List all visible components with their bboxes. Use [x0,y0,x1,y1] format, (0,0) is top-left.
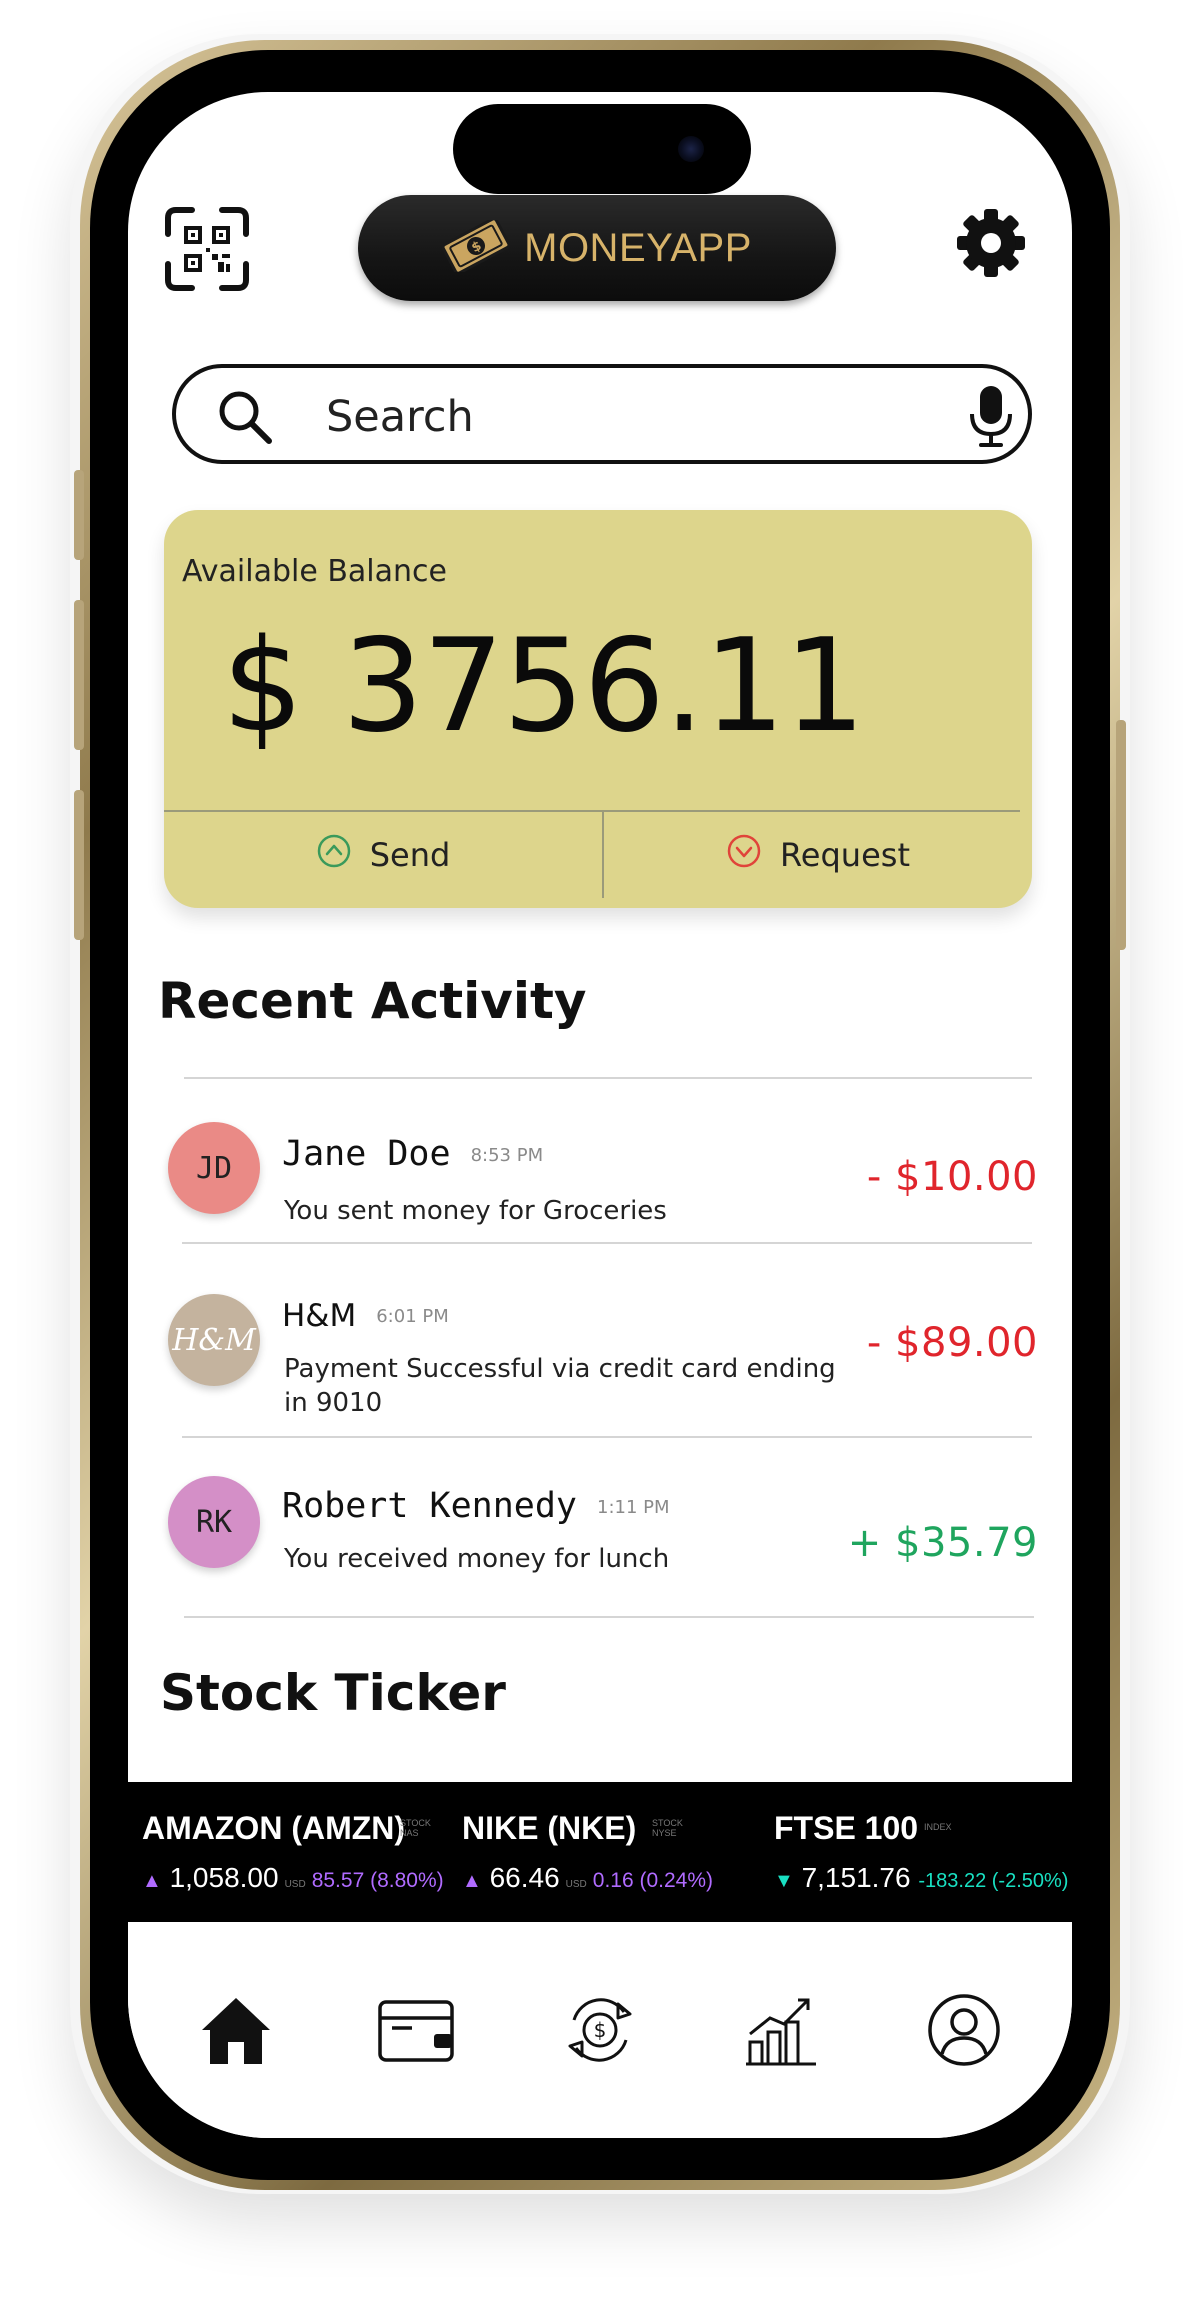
profile-icon[interactable] [924,1990,1004,2070]
avatar: H&M [168,1294,260,1386]
stock-ticker[interactable]: AMAZON (AMZN) STOCK NAS ▲ 1,058.00 USD 85.5… [128,1782,1072,1922]
app-name: MONEYAPP [524,225,752,270]
ticker-item-amazon[interactable]: AMAZON (AMZN) STOCK NAS ▲ 1,058.00 USD 85.5… [142,1782,444,1922]
activity-row-hm[interactable]: H&M H&M 6:01 PM Payment Successful via cr… [158,1276,1038,1426]
ticker-tag: STOCK NAS [400,1818,431,1838]
activity-description: You received money for lunch [284,1544,670,1574]
app-screen: $ MONEYAPP Search Available Balance $ 37… [128,92,1072,2138]
arrow-up-icon: ▲ [462,1870,482,1892]
ticker-name: NIKE (NKE) [462,1810,637,1846]
divider [184,1077,1032,1079]
volume-up-button [74,600,84,750]
stock-ticker-title: Stock Ticker [160,1664,506,1722]
chart-icon[interactable] [742,1990,822,2070]
power-button [1116,720,1126,950]
money-logo-icon: $ [441,216,511,277]
avatar: RK [168,1476,260,1568]
activity-row-jane-doe[interactable]: JD Jane Doe 8:53 PM You sent money for Gr… [158,1116,1038,1236]
ticker-item-nike[interactable]: NIKE (NKE) STOCK NYSE ▲ 66.46 USD 0.16 (0.2… [462,1782,762,1922]
activity-name: Robert Kennedy 1:11 PM [282,1486,670,1526]
divider [182,1436,1032,1438]
activity-time: 1:11 PM [597,1497,670,1518]
action-button [74,470,84,560]
camera-icon [678,136,704,162]
request-button[interactable]: Request [604,812,1032,898]
ticker-tag: STOCK NYSE [652,1818,683,1838]
ticker-item-ftse[interactable]: FTSE 100 INDEX ▼ 7,151.76 -183.22 (-2.50… [774,1782,1070,1922]
bottom-nav: $ [128,1922,1072,2138]
ticker-tag: INDEX [924,1822,952,1832]
avatar: JD [168,1122,260,1214]
activity-row-robert-kennedy[interactable]: RK Robert Kennedy 1:11 PM You received mo… [158,1464,1038,1584]
send-button[interactable]: Send [164,812,602,898]
send-label: Send [369,836,451,874]
qr-scan-icon[interactable] [162,204,252,294]
ticker-name: AMAZON (AMZN) [142,1810,406,1846]
mic-icon[interactable] [966,384,1016,448]
activity-description: You sent money for Groceries [284,1196,667,1226]
ticker-name: FTSE 100 [774,1810,919,1846]
search-bar[interactable] [172,364,1032,464]
activity-amount: + $35.79 [847,1520,1038,1566]
arrow-up-icon: ▲ [142,1870,162,1892]
volume-down-button [74,790,84,940]
gear-icon[interactable] [952,204,1030,282]
divider [184,1616,1034,1618]
chevron-up-circle-icon [316,833,352,877]
activity-name: H&M 6:01 PM [282,1298,449,1334]
request-label: Request [780,836,910,874]
balance-amount: $ 3756.11 [222,612,865,761]
ticker-price-line: ▲ 1,058.00 USD 85.57 (8.80%) [142,1862,444,1893]
exchange-icon[interactable]: $ [560,1990,640,2070]
dynamic-island [453,104,751,194]
balance-card: Available Balance $ 3756.11 Send Request [164,510,1032,908]
wallet-icon[interactable] [376,1990,456,2070]
balance-label: Available Balance [182,554,447,589]
search-input[interactable] [324,386,888,448]
app-logo: $ MONEYAPP [358,195,836,301]
activity-time: 8:53 PM [470,1145,544,1166]
recent-activity-title: Recent Activity [158,972,587,1030]
activity-name: Jane Doe 8:53 PM [282,1134,544,1174]
ticker-price-line: ▲ 66.46 USD 0.16 (0.24%) [462,1862,714,1893]
divider [182,1242,1032,1244]
ticker-price-line: ▼ 7,151.76 -183.22 (-2.50%) [774,1862,1069,1893]
activity-description: Payment Successful via credit card endin… [284,1354,836,1418]
activity-amount: - $89.00 [866,1320,1038,1366]
svg-text:$: $ [594,2018,607,2042]
home-icon[interactable] [196,1990,276,2070]
chevron-down-circle-icon [726,833,762,877]
activity-time: 6:01 PM [376,1306,449,1327]
arrow-down-icon: ▼ [774,1870,794,1892]
activity-amount: - $10.00 [866,1154,1038,1200]
search-icon[interactable] [216,388,274,446]
